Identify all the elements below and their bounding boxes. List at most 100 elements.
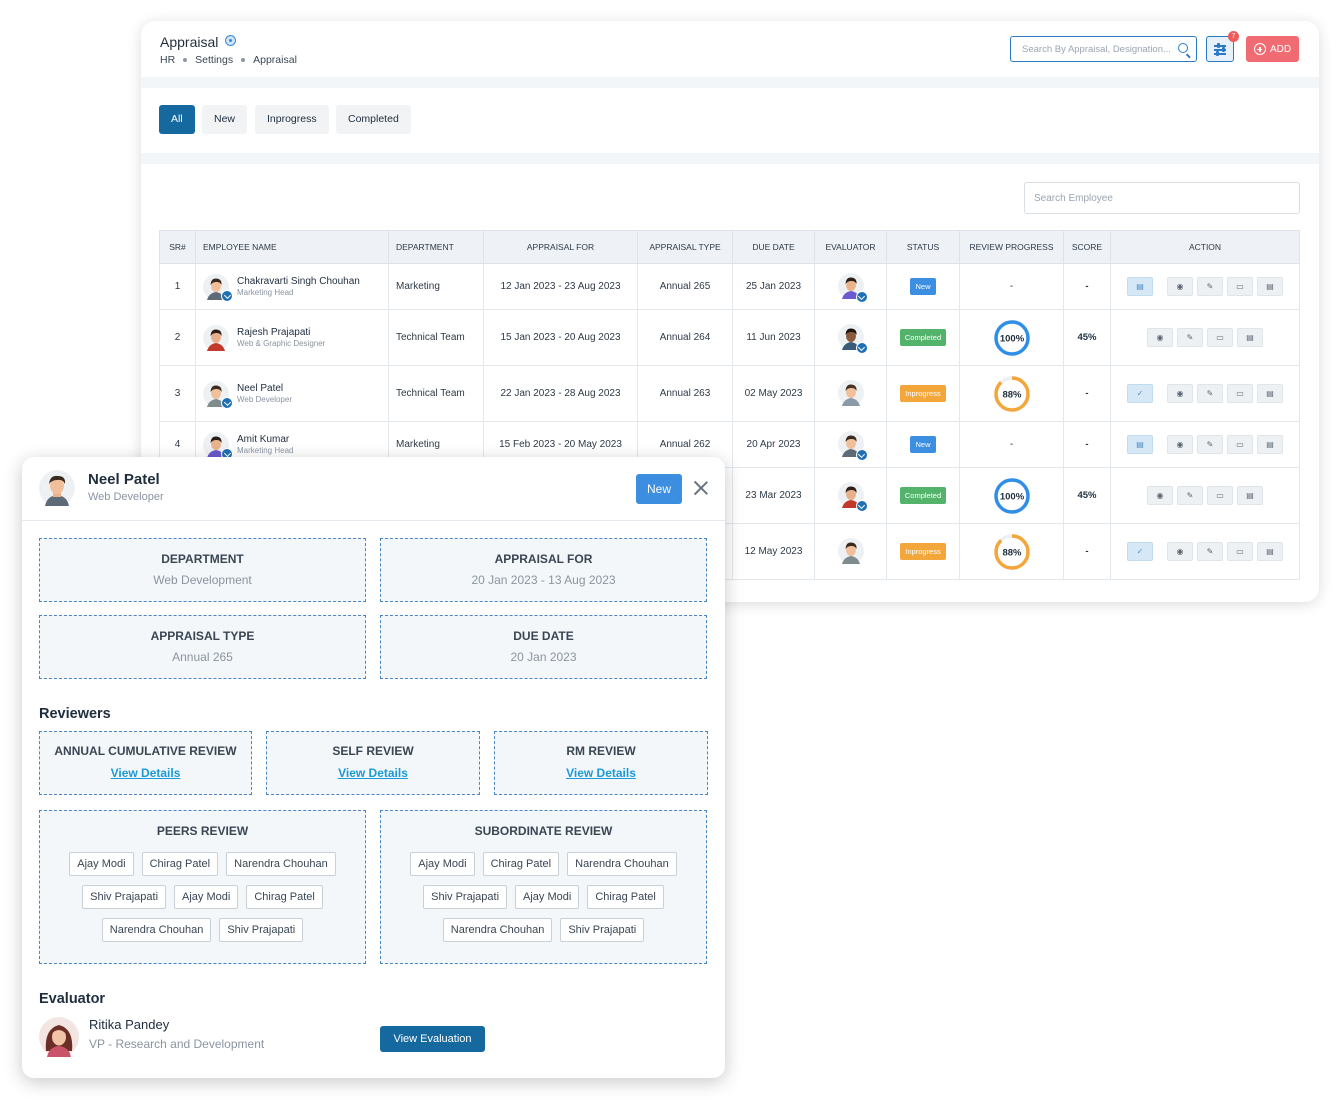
edit-button[interactable]: ✎: [1177, 486, 1203, 505]
favorite-badge-icon: [855, 499, 868, 512]
reviewer-chip[interactable]: Shiv Prajapati: [82, 885, 167, 909]
start-appraisal-button[interactable]: ▤: [1127, 435, 1153, 454]
reviewer-chip[interactable]: Narendra Chouhan: [567, 852, 677, 876]
employee-name[interactable]: Rajesh Prajapati: [237, 327, 325, 338]
view-button[interactable]: ◉: [1167, 542, 1193, 561]
delete-button[interactable]: ▭: [1227, 542, 1253, 561]
status-cell: New: [886, 421, 960, 468]
appraisal-type-cell: Annual 263: [637, 365, 733, 422]
edit-button[interactable]: ✎: [1197, 384, 1223, 403]
add-button[interactable]: ADD: [1246, 36, 1299, 62]
edit-button[interactable]: ✎: [1177, 328, 1203, 347]
tab-new[interactable]: New: [202, 105, 248, 134]
review-progress-value: 100%: [999, 333, 1024, 344]
action-cell: ◉ ✎ ▭ ▤: [1110, 309, 1300, 366]
reviewer-chip[interactable]: Shiv Prajapati: [219, 918, 304, 942]
comment-button[interactable]: ▤: [1237, 328, 1263, 347]
view-evaluation-button[interactable]: View Evaluation: [380, 1026, 485, 1052]
eye-icon: ◉: [1156, 490, 1164, 500]
top-bar: Appraisal HR Settings Appraisal 7 ADD: [141, 21, 1319, 77]
comment-button[interactable]: ▤: [1257, 435, 1283, 454]
tab-completed[interactable]: Completed: [336, 105, 411, 134]
edit-button[interactable]: ✎: [1197, 277, 1223, 296]
appraisal-for-card: APPRAISAL FOR 20 Jan 2023 - 13 Aug 2023: [380, 538, 707, 602]
start-appraisal-button[interactable]: ▤: [1127, 277, 1153, 296]
search-icon[interactable]: [1178, 43, 1188, 53]
breadcrumb-hr[interactable]: HR: [160, 54, 175, 66]
delete-button[interactable]: ▭: [1207, 486, 1233, 505]
score-value: -: [1085, 439, 1089, 450]
comment-button[interactable]: ▤: [1257, 277, 1283, 296]
action-cell: ✓ ◉ ✎ ▭ ▤: [1110, 365, 1300, 422]
score-value: -: [1085, 388, 1089, 399]
subordinate-review-card: SUBORDINATE REVIEW Ajay Modi Chirag Patel…: [380, 810, 707, 964]
view-button[interactable]: ◉: [1147, 328, 1173, 347]
comment-button[interactable]: ▤: [1257, 384, 1283, 403]
tab-all[interactable]: All: [159, 105, 195, 134]
evaluator-avatar[interactable]: [837, 379, 864, 408]
reviewer-chip[interactable]: Ajay Modi: [410, 852, 475, 876]
employee-name[interactable]: Amit Kumar: [237, 434, 293, 445]
employee-avatar: [203, 380, 233, 409]
reviewer-chip[interactable]: Chirag Patel: [141, 852, 219, 876]
col-department: DEPARTMENT: [388, 230, 484, 264]
trash-icon: ▭: [1236, 388, 1244, 398]
delete-button[interactable]: ▭: [1227, 384, 1253, 403]
reviewer-chip[interactable]: Ajay Modi: [69, 852, 134, 876]
page-title: Appraisal: [160, 34, 219, 50]
view-button[interactable]: ◉: [1167, 384, 1193, 403]
evaluator-avatar[interactable]: [837, 481, 868, 512]
view-details-link[interactable]: View Details: [338, 766, 408, 780]
reviewer-chip[interactable]: Narendra Chouhan: [226, 852, 336, 876]
view-button[interactable]: ◉: [1167, 435, 1193, 454]
edit-button[interactable]: ✎: [1197, 435, 1223, 454]
reviewer-chip[interactable]: Chirag Patel: [482, 852, 560, 876]
edit-button[interactable]: ✎: [1197, 542, 1223, 561]
delete-button[interactable]: ▭: [1227, 277, 1253, 296]
tab-inprogress[interactable]: Inprogress: [255, 105, 329, 134]
reviewer-chip[interactable]: Shiv Prajapati: [560, 918, 645, 942]
comment-button[interactable]: ▤: [1237, 486, 1263, 505]
score-cell: -: [1063, 365, 1111, 422]
employee-name[interactable]: Chakravarti Singh Chouhan: [237, 276, 360, 287]
view-details-link[interactable]: View Details: [566, 766, 636, 780]
approve-button[interactable]: ✓: [1127, 542, 1153, 561]
employee-search-input[interactable]: [1025, 183, 1299, 213]
view-details-link[interactable]: View Details: [111, 766, 181, 780]
reviewer-chip[interactable]: Ajay Modi: [174, 885, 239, 909]
breadcrumb-settings[interactable]: Settings: [195, 54, 233, 66]
reviewer-chip[interactable]: Shiv Prajapati: [423, 885, 508, 909]
appraisal-search-input[interactable]: [1011, 37, 1171, 61]
status-cell: Inprogress: [886, 365, 960, 422]
employee-name[interactable]: Neel Patel: [237, 383, 292, 394]
close-icon[interactable]: [692, 479, 710, 497]
approve-button[interactable]: ✓: [1127, 384, 1153, 403]
view-button[interactable]: ◉: [1147, 486, 1173, 505]
peers-review-label: PEERS REVIEW: [156, 824, 249, 838]
comment-icon: ▤: [1266, 439, 1274, 449]
comment-button[interactable]: ▤: [1257, 542, 1283, 561]
modal-employee-name: Neel Patel: [88, 471, 160, 488]
delete-button[interactable]: ▭: [1227, 435, 1253, 454]
comment-icon: ▤: [1266, 546, 1274, 556]
reviewer-chip[interactable]: Narendra Chouhan: [442, 918, 553, 942]
department-cell: Marketing: [388, 263, 484, 310]
reviewer-chip[interactable]: Ajay Modi: [515, 885, 580, 909]
info-icon[interactable]: [225, 35, 236, 46]
evaluator-avatar[interactable]: [837, 323, 868, 354]
delete-button[interactable]: ▭: [1207, 328, 1233, 347]
status-cell: New: [886, 263, 960, 310]
view-button[interactable]: ◉: [1167, 277, 1193, 296]
evaluator-avatar[interactable]: [837, 430, 868, 461]
col-due-date: DUE DATE: [732, 230, 815, 264]
review-progress-ring: 100%: [993, 319, 1030, 356]
appraisal-for-cell: 22 Jan 2023 - 28 Aug 2023: [483, 365, 638, 422]
reviewer-chip[interactable]: Narendra Chouhan: [101, 918, 212, 942]
reviewer-chip[interactable]: Chirag Patel: [587, 885, 664, 909]
evaluator-avatar[interactable]: [837, 272, 868, 303]
due-date-cell: 12 May 2023: [732, 523, 815, 580]
peers-list: Ajay Modi Chirag Patel Narendra Chouhan Shi…: [52, 852, 353, 942]
due-date-cell: 11 Jun 2023: [732, 309, 815, 366]
reviewer-chip[interactable]: Chirag Patel: [246, 885, 323, 909]
evaluator-avatar[interactable]: [837, 537, 864, 566]
